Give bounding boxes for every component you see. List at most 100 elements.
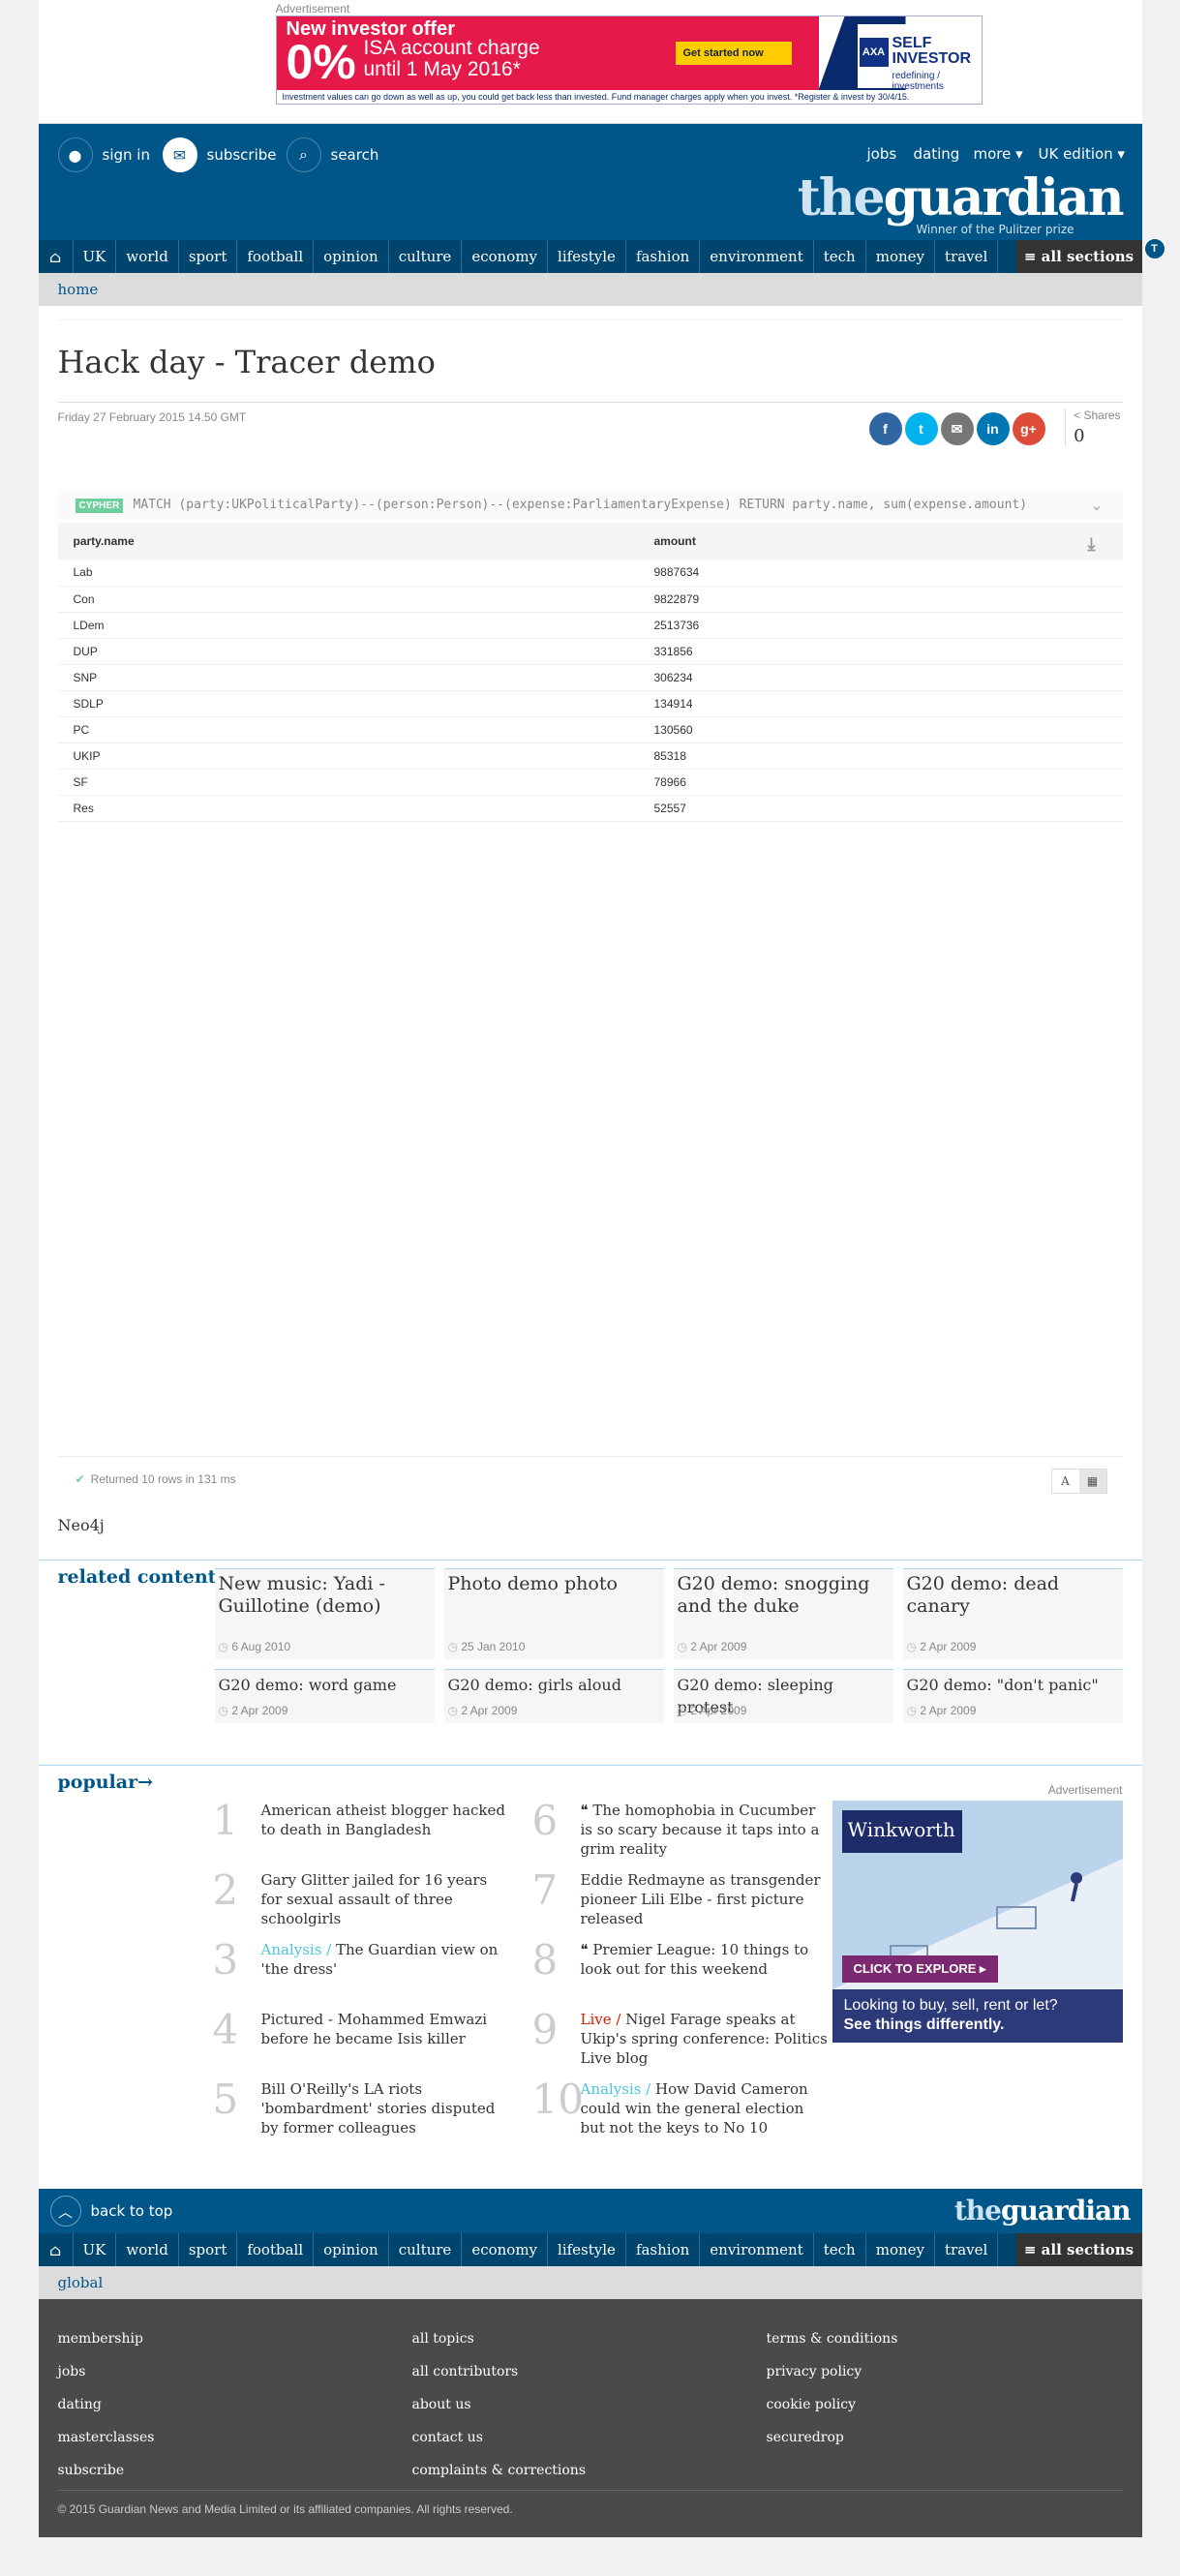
footer-link[interactable]: subscribe xyxy=(58,2454,412,2487)
nav-sport[interactable]: sport xyxy=(179,240,238,273)
party-cell: DUP xyxy=(57,638,639,665)
cypher-query-bar[interactable]: CYPHER MATCH (party:UKPoliticalParty)--(… xyxy=(57,490,1123,519)
winkworth-ad[interactable]: Winkworth CLICK TO EXPLORE ▸ Looking to … xyxy=(832,1801,1123,2043)
related-card[interactable]: G20 demo: "don't panic" 2 Apr 2009 xyxy=(902,1669,1123,1723)
ad-get-started-button[interactable]: Get started now xyxy=(675,42,792,65)
popular-heading[interactable]: popular→ xyxy=(58,1772,154,1793)
popular-kicker-live: Live / xyxy=(580,2011,626,2028)
popular-item[interactable]: 1 American atheist blogger hacked to deat… xyxy=(213,1797,513,1870)
nav-opinion[interactable]: opinion xyxy=(314,240,389,273)
popular-item[interactable]: 10 Analysis / How David Cameron could win… xyxy=(532,2076,832,2149)
nav-fashion[interactable]: fashion xyxy=(626,240,701,273)
related-card[interactable]: G20 demo: dead canary 2 Apr 2009 xyxy=(902,1568,1123,1659)
nav-travel[interactable]: travel xyxy=(935,2233,999,2266)
subscribe-link[interactable]: ✉ subscribe xyxy=(162,137,277,172)
popular-item[interactable]: 9 Live / Nigel Farage speaks at Ukip's sp… xyxy=(532,2006,832,2079)
breadcrumb-home[interactable]: home xyxy=(38,273,1142,306)
nav-world[interactable]: world xyxy=(116,2233,179,2266)
twitter-icon[interactable]: t xyxy=(904,412,938,445)
nav-opinion[interactable]: opinion xyxy=(314,2233,389,2266)
text-view-icon[interactable]: A xyxy=(1052,1470,1079,1493)
amount-cell: 130560 xyxy=(638,716,1123,743)
download-icon[interactable]: ⤓ xyxy=(1088,534,1096,555)
jobs-link[interactable]: jobs xyxy=(867,145,897,163)
facebook-icon[interactable]: f xyxy=(868,412,902,445)
edition-global[interactable]: global xyxy=(38,2266,1142,2299)
toolbar-t-icon[interactable]: T xyxy=(1143,238,1165,259)
nav-world[interactable]: world xyxy=(116,240,179,273)
footer-link[interactable]: contact us xyxy=(412,2421,767,2454)
popular-item[interactable]: 3 Analysis / The Guardian view on 'the dr… xyxy=(213,1936,513,2010)
party-cell: PC xyxy=(57,716,639,743)
footer-link[interactable]: all contributors xyxy=(412,2355,767,2388)
nav-football[interactable]: football xyxy=(237,2233,315,2266)
amount-cell: 306234 xyxy=(638,664,1123,691)
footer-link[interactable]: membership xyxy=(58,2322,412,2355)
nav-lifestyle[interactable]: lifestyle xyxy=(548,240,626,273)
sign-in-link[interactable]: ● sign in xyxy=(57,137,150,172)
nav-tech[interactable]: tech xyxy=(814,240,866,273)
popular-headline: Pictured - Mohammed Emwazi before he bec… xyxy=(260,2011,488,2047)
nav-fashion[interactable]: fashion xyxy=(626,2233,701,2266)
nav-economy[interactable]: economy xyxy=(462,2233,549,2266)
nav-tech[interactable]: tech xyxy=(814,2233,866,2266)
footer-guardian-logo[interactable]: theguardian xyxy=(954,2195,1132,2227)
home-icon[interactable]: ⌂ xyxy=(39,2233,74,2266)
popular-item[interactable]: 7 Eddie Redmayne as transgender pioneer L… xyxy=(532,1866,832,1940)
click-to-explore-button[interactable]: CLICK TO EXPLORE ▸ xyxy=(841,1955,998,1983)
popular-item[interactable]: 2 Gary Glitter jailed for 16 years for se… xyxy=(213,1866,513,1940)
linkedin-icon[interactable]: in xyxy=(976,412,1010,445)
nav-uk[interactable]: UK xyxy=(74,2233,117,2266)
related-card[interactable]: G20 demo: snogging and the duke 2 Apr 200… xyxy=(673,1568,893,1659)
footer-link[interactable]: complaints & corrections xyxy=(412,2454,767,2487)
more-menu[interactable]: more ▾ xyxy=(974,145,1023,163)
nav-environment[interactable]: environment xyxy=(700,240,814,273)
popular-item[interactable]: 5 Bill O'Reilly's LA riots 'bombardment' … xyxy=(213,2076,513,2149)
footer-link[interactable]: privacy policy xyxy=(767,2355,1121,2388)
related-card[interactable]: Photo demo photo 25 Jan 2010 xyxy=(443,1568,664,1659)
footer-link[interactable]: terms & conditions xyxy=(767,2322,1121,2355)
popular-item[interactable]: 8 ❝ Premier League: 10 things to look out… xyxy=(532,1936,832,2010)
footer-link[interactable]: about us xyxy=(412,2388,767,2421)
nav-uk[interactable]: UK xyxy=(74,240,117,273)
nav-culture[interactable]: culture xyxy=(389,2233,463,2266)
results-status-bar: ✔ Returned 10 rows in 131 ms A ▦ xyxy=(57,1456,1123,1510)
footer-link[interactable]: jobs xyxy=(58,2355,412,2388)
nav-travel[interactable]: travel xyxy=(935,240,999,273)
related-card[interactable]: G20 demo: word game 2 Apr 2009 xyxy=(214,1669,435,1723)
footer-link[interactable]: masterclasses xyxy=(58,2421,412,2454)
nav-economy[interactable]: economy xyxy=(462,240,549,273)
search-link[interactable]: ⌕ search xyxy=(286,137,378,172)
search-icon: ⌕ xyxy=(286,137,321,172)
footer-link[interactable]: cookie policy xyxy=(767,2388,1121,2421)
ad-banner[interactable]: New investor offer 0% ISA account charge… xyxy=(275,15,983,105)
related-card[interactable]: G20 demo: sleeping protest2 Apr 2009 xyxy=(673,1669,893,1723)
edition-selector[interactable]: UK edition ▾ xyxy=(1039,145,1126,163)
chevron-down-icon[interactable]: ⌄ xyxy=(1090,496,1103,514)
footer-link[interactable]: securedrop xyxy=(767,2421,1121,2454)
all-sections-button[interactable]: ≡ all sections xyxy=(1015,2233,1142,2266)
google-plus-icon[interactable]: g+ xyxy=(1012,412,1045,445)
all-sections-button[interactable]: ≡ all sections xyxy=(1015,240,1142,273)
footer-link[interactable]: dating xyxy=(58,2388,412,2421)
footer-link[interactable]: all topics xyxy=(412,2322,767,2355)
guardian-logo[interactable]: theguardian xyxy=(798,168,1125,227)
nav-football[interactable]: football xyxy=(237,240,315,273)
nav-lifestyle[interactable]: lifestyle xyxy=(548,2233,626,2266)
home-icon[interactable]: ⌂ xyxy=(39,240,74,273)
dating-link[interactable]: dating xyxy=(914,145,960,163)
nav-money[interactable]: money xyxy=(866,2233,935,2266)
nav-sport[interactable]: sport xyxy=(179,2233,238,2266)
popular-item[interactable]: 4 Pictured - Mohammed Emwazi before he be… xyxy=(213,2006,513,2079)
related-card[interactable]: New music: Yadi - Guillotine (demo) 6 Aug… xyxy=(214,1568,435,1659)
nav-money[interactable]: money xyxy=(866,240,935,273)
related-card[interactable]: G20 demo: girls aloud 2 Apr 2009 xyxy=(443,1669,664,1723)
nav-environment[interactable]: environment xyxy=(700,2233,814,2266)
back-to-top-link[interactable]: ︿ back to top xyxy=(49,2196,172,2227)
email-icon[interactable]: ✉ xyxy=(940,412,974,445)
table-view-icon[interactable]: ▦ xyxy=(1078,1470,1106,1493)
nav-culture[interactable]: culture xyxy=(389,240,463,273)
page: Advertisement New investor offer 0% ISA … xyxy=(38,0,1165,2537)
popular-item[interactable]: 6 ❝ The homophobia in Cucumber is so scar… xyxy=(532,1797,832,1870)
related-card-title: G20 demo: word game xyxy=(218,1676,397,1694)
